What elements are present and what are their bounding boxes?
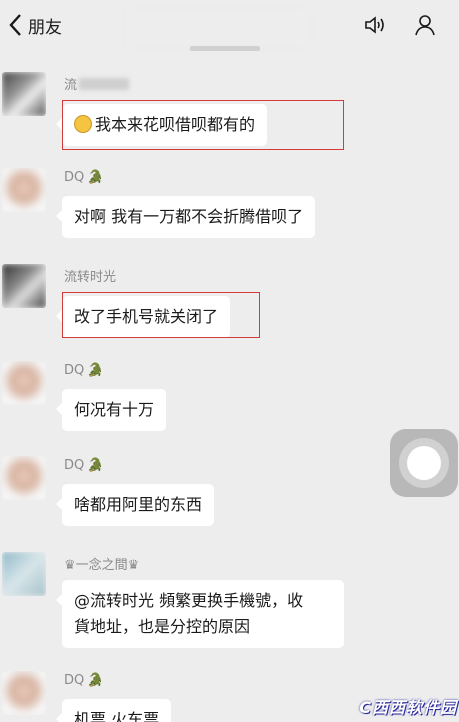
avatar[interactable]	[2, 72, 46, 116]
message-bubble[interactable]: 何况有十万	[55, 389, 167, 431]
message-text: 何况有十万	[74, 400, 155, 419]
chevron-left-icon	[9, 14, 21, 36]
message-text: 机票 火车票	[74, 710, 160, 722]
sender-name: DQ 🐊	[64, 673, 103, 688]
avatar[interactable]	[2, 456, 46, 500]
avatar[interactable]	[2, 168, 46, 212]
message-bubble[interactable]: 机票 火车票	[55, 699, 172, 722]
crocodile-emoji-icon: 🐊	[87, 673, 104, 688]
message-text: 啥都用阿里的东西	[74, 495, 203, 514]
avatar[interactable]	[2, 361, 46, 405]
title-underbar	[190, 46, 260, 51]
crocodile-emoji-icon: 🐊	[87, 170, 104, 185]
top-bar: 朋友	[0, 0, 459, 51]
crocodile-emoji-icon: 🐊	[87, 363, 104, 378]
sender-name: DQ 🐊	[64, 458, 103, 473]
message-bubble[interactable]: @流转时光 頻繁更换手機號，收 貨地址，也是分控的原因	[56, 580, 344, 648]
sender-label: DQ	[64, 363, 85, 378]
sender-name: 流转时光	[64, 266, 116, 285]
message-text-line1: @流转时光 頻繁更换手機號，收	[74, 591, 304, 610]
sender-name: 流	[64, 74, 130, 93]
back-button[interactable]: 朋友	[8, 9, 62, 41]
sender-label: ♛一念之間♛	[64, 558, 140, 573]
watermark-logo: C西西软件园	[359, 698, 457, 717]
avatar[interactable]	[2, 264, 46, 308]
highlight-box	[62, 100, 344, 150]
sender-label: 流转时光	[64, 270, 117, 285]
message-text-line2: 貨地址，也是分控的原因	[74, 617, 251, 636]
assistive-dot-icon	[407, 446, 441, 480]
avatar[interactable]	[2, 552, 46, 596]
title-mosaic	[128, 10, 308, 46]
highlight-box	[62, 292, 260, 338]
assistive-touch-button[interactable]	[390, 429, 458, 497]
message-text: 对啊 我有一万都不会折腾借呗了	[74, 207, 304, 226]
back-label: 朋友	[28, 17, 62, 38]
speaker-button[interactable]	[360, 10, 390, 40]
sender-name: ♛一念之間♛	[64, 554, 139, 573]
profile-button[interactable]	[411, 10, 441, 40]
sender-label: 流	[64, 78, 78, 93]
avatar[interactable]	[2, 671, 46, 715]
speaker-icon	[365, 16, 384, 34]
profile-icon	[415, 15, 435, 36]
name-mosaic	[79, 77, 130, 90]
crocodile-emoji-icon: 🐊	[87, 458, 104, 473]
sender-label: DQ	[64, 170, 85, 185]
sender-label: DQ	[64, 458, 85, 473]
message-bubble[interactable]: 对啊 我有一万都不会折腾借呗了	[55, 196, 316, 238]
sender-name: DQ 🐊	[64, 363, 103, 378]
message-bubble[interactable]: 啥都用阿里的东西	[55, 484, 215, 526]
sender-name: DQ 🐊	[64, 170, 103, 185]
sender-label: DQ	[64, 673, 85, 688]
